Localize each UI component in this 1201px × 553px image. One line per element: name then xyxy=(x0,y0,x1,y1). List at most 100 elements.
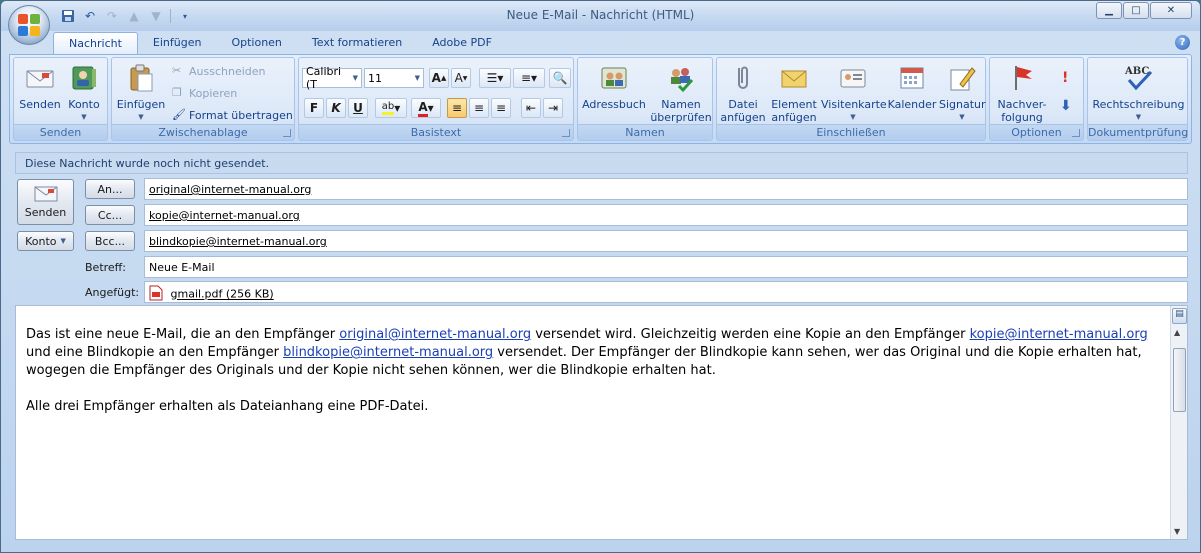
format-painter-button[interactable]: 🖌 Format übertragen xyxy=(172,106,293,124)
bold-button[interactable]: F xyxy=(304,98,324,118)
vertical-scrollbar[interactable]: ▤ ▲ ▼ xyxy=(1170,306,1187,539)
ribbon-konto-label: Konto xyxy=(68,98,100,111)
follow-up-label-line2: folgung xyxy=(1001,111,1043,124)
body-link-blindkopie[interactable]: blindkopie@internet-manual.org xyxy=(283,345,493,360)
tab-adobe-pdf[interactable]: Adobe PDF xyxy=(417,32,507,54)
cut-button[interactable]: ✂ Ausschneiden xyxy=(172,62,266,80)
highlight-icon[interactable]: ab ▾ xyxy=(375,98,407,118)
italic-button[interactable]: K xyxy=(326,98,346,118)
attachment-file[interactable]: gmail.pdf (256 KB) xyxy=(171,288,274,301)
maximize-button[interactable]: □ xyxy=(1123,2,1149,19)
account-icon xyxy=(68,62,100,94)
attach-file-label-line2: anfügen xyxy=(720,111,766,124)
paste-button[interactable]: Einfügen ▼ xyxy=(116,60,166,122)
format-painter-label: Format übertragen xyxy=(189,108,293,122)
follow-up-label-line1: Nachver- xyxy=(997,98,1047,111)
styles-icon[interactable]: 🔍 xyxy=(549,68,571,88)
scroll-up-icon[interactable]: ▲ xyxy=(1174,328,1180,337)
bcc-recipient: blindkopie@internet-manual.org xyxy=(149,235,327,248)
group-zwischenablage: Einfügen ▼ ✂ Ausschneiden ❐ Kopieren 🖌 F… xyxy=(111,57,295,141)
group-namen: Adressbuch Namen überprüfen Namen xyxy=(577,57,713,141)
clipboard-icon xyxy=(125,62,157,94)
office-button[interactable] xyxy=(8,5,50,45)
align-left-icon[interactable]: ≡ xyxy=(447,98,467,118)
dropdown-arrow-icon: ▼ xyxy=(81,113,87,121)
outlook-message-window: ↶ ↷ ▲ ▼ ▾ Neue E-Mail - Nachricht (HTML)… xyxy=(0,0,1201,553)
launcher-icon[interactable] xyxy=(1072,129,1080,137)
increase-indent-icon[interactable]: ⇥ xyxy=(543,98,563,118)
align-center-icon[interactable]: ≡ xyxy=(469,98,489,118)
group-dokumentpruefung: ABC Rechtschreibung ▼ Dokumentprüfung xyxy=(1087,57,1188,141)
scroll-thumb[interactable] xyxy=(1173,348,1186,412)
check-names-button[interactable]: Namen überprüfen xyxy=(650,60,712,124)
tab-nachricht[interactable]: Nachricht xyxy=(53,32,138,54)
close-button[interactable]: ✕ xyxy=(1150,2,1192,19)
business-card-button[interactable]: Visitenkarte ▼ xyxy=(821,60,887,122)
numbering-icon[interactable]: ≡▾ xyxy=(513,68,545,88)
launcher-icon[interactable] xyxy=(283,129,291,137)
body-link-kopie[interactable]: kopie@internet-manual.org xyxy=(970,327,1148,342)
group-einschliessen: Datei anfügen Element anfügen Visitenkar… xyxy=(716,57,986,141)
business-card-icon xyxy=(837,62,869,94)
format-painter-icon: 🖌 xyxy=(172,108,186,121)
pdf-icon xyxy=(149,285,163,304)
spelling-button[interactable]: ABC Rechtschreibung ▼ xyxy=(1091,60,1186,122)
decrease-indent-icon[interactable]: ⇤ xyxy=(521,98,541,118)
ribbon-konto-button[interactable]: Konto ▼ xyxy=(64,60,104,122)
launcher-icon[interactable] xyxy=(562,129,570,137)
minimize-button[interactable]: ▁ xyxy=(1096,2,1122,19)
copy-button[interactable]: ❐ Kopieren xyxy=(172,84,237,102)
copy-label: Kopieren xyxy=(189,86,238,100)
help-icon[interactable]: ? xyxy=(1175,35,1190,50)
signature-label: Signatur xyxy=(939,98,986,111)
align-right-icon[interactable]: ≡ xyxy=(491,98,511,118)
follow-up-button[interactable]: Nachver- folgung xyxy=(994,60,1050,124)
address-book-button[interactable]: Adressbuch xyxy=(582,60,646,122)
grow-font-icon[interactable]: A ▲ xyxy=(429,68,449,88)
bcc-button[interactable]: Bcc... xyxy=(85,231,135,251)
cc-button[interactable]: Cc... xyxy=(85,205,135,225)
low-importance-icon[interactable]: ⬇ xyxy=(1060,98,1072,114)
group-label-namen: Namen xyxy=(578,124,712,140)
message-body[interactable]: Das ist eine neue E-Mail, die an den Emp… xyxy=(15,305,1188,540)
body-link-original[interactable]: original@internet-manual.org xyxy=(339,327,531,342)
cc-field[interactable]: kopie@internet-manual.org xyxy=(144,204,1188,226)
dropdown-arrow-icon: ▼ xyxy=(352,74,358,82)
dropdown-arrow-icon: ▼ xyxy=(414,74,420,82)
ribbon-send-button[interactable]: Senden xyxy=(18,60,62,122)
font-combo[interactable]: Calibri (T ▼ xyxy=(302,65,362,91)
ribbon-tabs: Nachricht Einfügen Optionen Text formati… xyxy=(53,32,507,54)
underline-button[interactable]: U xyxy=(348,98,368,118)
check-names-icon xyxy=(665,62,697,94)
bcc-field[interactable]: blindkopie@internet-manual.org xyxy=(144,230,1188,252)
group-basistext: Calibri (T ▼ 11 ▼ A ▲ A ▼ ☰▾ ≡▾ 🔍 F K U ab… xyxy=(298,57,574,141)
to-button[interactable]: An... xyxy=(85,179,135,199)
body-text-segment: versendet wird. Gleichzeitig werden eine… xyxy=(531,327,970,342)
shrink-font-icon[interactable]: A ▼ xyxy=(451,68,471,88)
font-size-combo[interactable]: 11 ▼ xyxy=(364,68,424,88)
flag-icon xyxy=(1006,62,1038,94)
group-label-optionen: Optionen xyxy=(990,124,1083,140)
attach-item-label-line2: anfügen xyxy=(771,111,817,124)
tab-text-formatieren[interactable]: Text formatieren xyxy=(297,32,417,54)
font-color-icon[interactable]: A ▾ xyxy=(411,98,441,118)
calendar-button[interactable]: Kalender xyxy=(887,60,937,122)
high-importance-icon[interactable]: ! xyxy=(1062,70,1068,86)
tab-einfuegen[interactable]: Einfügen xyxy=(138,32,217,54)
dropdown-arrow-icon: ▼ xyxy=(959,113,965,121)
scroll-down-icon[interactable]: ▼ xyxy=(1174,527,1180,536)
subject-field[interactable]: Neue E-Mail xyxy=(144,256,1188,278)
ruler-toggle-icon[interactable]: ▤ xyxy=(1172,308,1187,324)
dropdown-arrow-icon: ▼ xyxy=(850,113,856,121)
attach-item-button[interactable]: Element anfügen xyxy=(769,60,819,124)
attach-file-label-line1: Datei xyxy=(728,98,758,111)
calendar-label: Kalender xyxy=(887,98,937,111)
signature-button[interactable]: Signatur ▼ xyxy=(939,60,986,122)
send-button[interactable]: Senden xyxy=(17,179,74,225)
attach-file-button[interactable]: Datei anfügen xyxy=(719,60,767,124)
account-button[interactable]: Konto ▼ xyxy=(17,231,74,251)
to-field[interactable]: original@internet-manual.org xyxy=(144,178,1188,200)
tab-optionen[interactable]: Optionen xyxy=(216,32,296,54)
bullets-icon[interactable]: ☰▾ xyxy=(479,68,511,88)
paperclip-icon xyxy=(727,62,759,94)
